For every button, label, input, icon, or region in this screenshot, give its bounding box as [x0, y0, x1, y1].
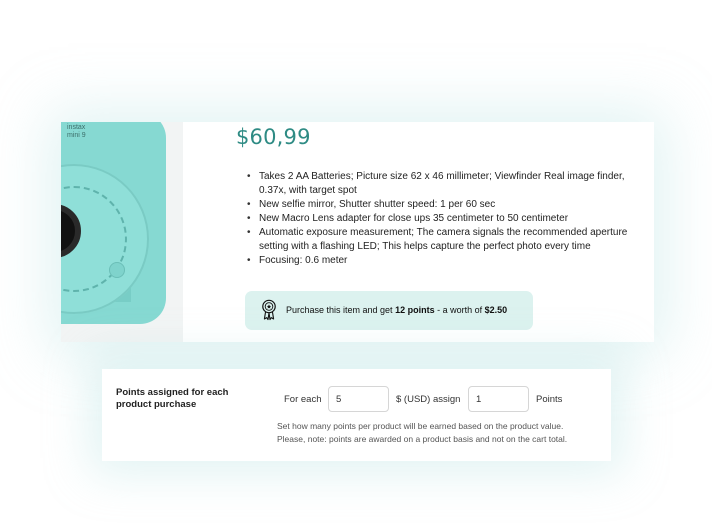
- points-banner: Purchase this item and get 12 points - a…: [245, 291, 533, 330]
- currency-label: $ (USD) assign: [396, 394, 461, 405]
- points-settings-card: Points assigned for each product purchas…: [102, 369, 611, 461]
- camera-shutter-button: [109, 262, 125, 278]
- points-banner-text: Purchase this item and get 12 points - a…: [286, 305, 507, 315]
- product-image: instax mini 9: [61, 122, 183, 342]
- product-price: $60,99: [236, 125, 311, 149]
- help-text-line: Please, note: points are awarded on a pr…: [277, 434, 568, 444]
- banner-points: 12 points: [395, 305, 435, 315]
- feature-item: Focusing: 0.6 meter: [246, 254, 641, 268]
- award-ribbon-icon: [262, 299, 276, 321]
- banner-prefix: Purchase this item and get: [286, 305, 396, 315]
- setting-title: Points assigned for each product purchas…: [116, 387, 229, 410]
- for-each-label: For each: [284, 394, 322, 405]
- feature-list: Takes 2 AA Batteries; Picture size 62 x …: [246, 170, 641, 268]
- feature-item: Takes 2 AA Batteries; Picture size 62 x …: [246, 170, 641, 198]
- camera-brand-line1: instax: [67, 124, 86, 131]
- camera-brand-line2: mini 9: [67, 132, 86, 139]
- amount-input[interactable]: [328, 386, 389, 412]
- points-input[interactable]: [468, 386, 529, 412]
- feature-item: New Macro Lens adapter for close ups 35 …: [246, 212, 641, 226]
- banner-middle: - a worth of: [434, 305, 485, 315]
- points-label: Points: [536, 394, 563, 405]
- help-text-line: Set how many points per product will be …: [277, 421, 564, 431]
- help-text: Set how many points per product will be …: [277, 420, 567, 446]
- camera-brand-label: instax mini 9: [67, 124, 86, 140]
- banner-worth: $2.50: [484, 305, 508, 315]
- feature-item: Automatic exposure measurement; The came…: [246, 226, 641, 254]
- feature-item: New selfie mirror, Shutter shutter speed…: [246, 198, 641, 212]
- product-card: instax mini 9 $60,99 Takes 2 AA Batterie…: [61, 122, 654, 342]
